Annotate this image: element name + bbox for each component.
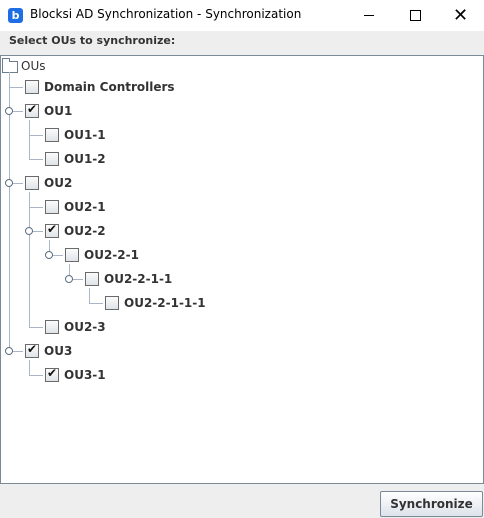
minimize-icon: [364, 15, 374, 16]
node-checkbox[interactable]: ✔: [45, 222, 59, 238]
tree-node-ou2-2-1[interactable]: OU2-2-1: [65, 247, 139, 263]
tree-node-ou3[interactable]: ✔ OU3: [25, 342, 73, 359]
node-label: OU2-1: [64, 200, 106, 214]
collapse-toggle-icon[interactable]: [5, 347, 13, 355]
minimize-button[interactable]: [346, 0, 392, 31]
tree-root-label: OUs: [21, 59, 46, 73]
tree-node-ou1-2[interactable]: OU1-2: [45, 151, 106, 167]
node-label: Domain Controllers: [44, 80, 175, 94]
node-label: OU2-2: [64, 224, 106, 238]
tree-line: [29, 192, 30, 328]
node-label: OU1-2: [64, 152, 106, 166]
checkmark-icon: ✔: [47, 366, 58, 380]
collapse-toggle-icon[interactable]: [65, 275, 73, 283]
node-checkbox[interactable]: [25, 176, 39, 190]
collapse-toggle-icon[interactable]: [25, 227, 33, 235]
node-checkbox[interactable]: [45, 200, 59, 214]
tree-line: [29, 159, 43, 160]
tree-line: [89, 288, 90, 304]
tree-line: [29, 135, 43, 136]
tree-line: [89, 303, 103, 304]
node-checkbox[interactable]: [85, 272, 99, 286]
tree-node-ou3-1[interactable]: ✔ OU3-1: [45, 366, 106, 383]
maximize-icon: [410, 10, 421, 21]
node-checkbox[interactable]: [65, 248, 79, 262]
node-label: OU2: [44, 176, 73, 190]
node-label: OU2-2-1-1-1: [124, 296, 206, 310]
window-title: Blocksi AD Synchronization - Synchroniza…: [30, 7, 302, 21]
select-ous-label: Select OUs to synchronize:: [9, 34, 176, 47]
tree-line: [29, 207, 43, 208]
maximize-button[interactable]: [392, 0, 438, 31]
close-icon: ✕: [453, 5, 469, 26]
close-button[interactable]: ✕: [438, 0, 484, 31]
node-checkbox[interactable]: [45, 320, 59, 334]
tree-node-ou1[interactable]: ✔ OU1: [25, 102, 73, 119]
tree-node-ou2-2-1-1-1[interactable]: OU2-2-1-1-1: [105, 295, 206, 311]
node-label: OU3: [44, 344, 73, 358]
tree-node-ou2[interactable]: OU2: [25, 175, 72, 191]
node-label: OU2-2-1: [84, 248, 139, 262]
collapse-toggle-icon[interactable]: [5, 179, 13, 187]
tree-line: [29, 375, 43, 376]
node-checkbox[interactable]: [45, 152, 59, 166]
tree-node-ou2-1[interactable]: OU2-1: [45, 199, 106, 215]
node-checkbox[interactable]: [25, 80, 39, 94]
tree-line: [29, 120, 30, 160]
tree-node-ou2-2[interactable]: ✔ OU2-2: [45, 222, 106, 239]
node-checkbox[interactable]: ✔: [25, 342, 39, 358]
tree-line: [9, 87, 23, 88]
synchronize-button[interactable]: Synchronize: [380, 491, 483, 517]
folder-icon: [2, 58, 18, 73]
tree-line: [29, 360, 30, 376]
node-checkbox[interactable]: ✔: [25, 102, 39, 118]
checkmark-icon: ✔: [27, 102, 38, 116]
node-checkbox[interactable]: ✔: [45, 366, 59, 382]
checkmark-icon: ✔: [27, 342, 38, 356]
tree-node-ou1-1[interactable]: OU1-1: [45, 127, 106, 143]
title-bar: b Blocksi AD Synchronization - Synchroni…: [0, 0, 484, 31]
tree-node-ou2-3[interactable]: OU2-3: [45, 319, 106, 335]
ou-tree-panel[interactable]: [0, 55, 484, 484]
node-label: OU1: [44, 104, 73, 118]
checkmark-icon: ✔: [47, 222, 58, 236]
node-label: OU2-2-1-1: [104, 272, 173, 286]
app-logo-icon: b: [8, 8, 23, 23]
node-checkbox[interactable]: [105, 296, 119, 310]
node-checkbox[interactable]: [45, 128, 59, 142]
node-label: OU3-1: [64, 368, 106, 382]
collapse-toggle-icon[interactable]: [45, 251, 53, 259]
collapse-toggle-icon[interactable]: [5, 107, 13, 115]
node-label: OU2-3: [64, 320, 106, 334]
tree-node-ou2-2-1-1[interactable]: OU2-2-1-1: [85, 271, 172, 287]
tree-line: [29, 327, 43, 328]
node-label: OU1-1: [64, 128, 106, 142]
tree-node-domain-controllers[interactable]: Domain Controllers: [25, 79, 175, 95]
